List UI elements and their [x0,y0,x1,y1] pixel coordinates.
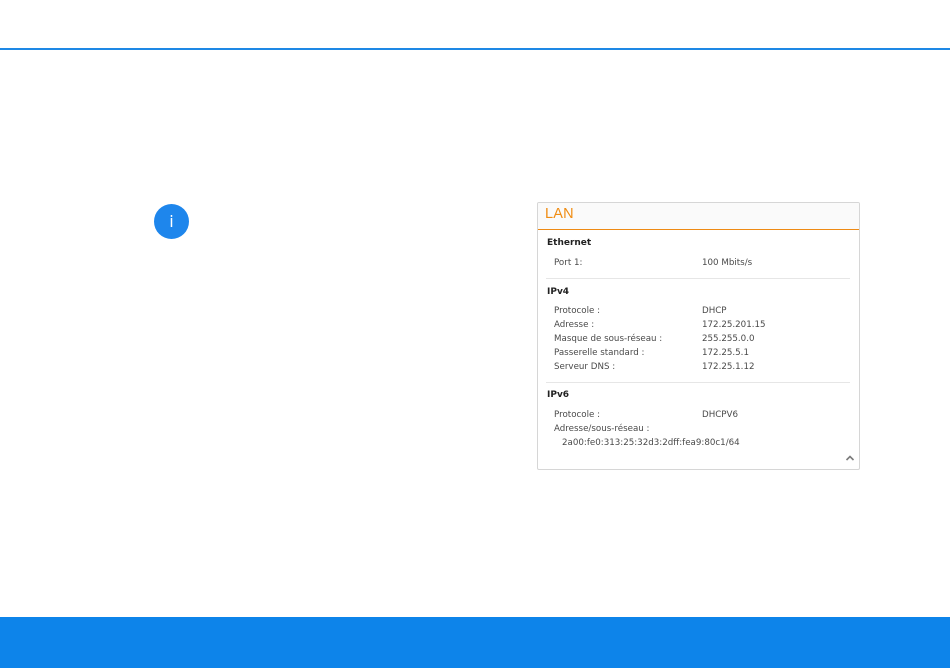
row-label-subnet-mask: Masque de sous-réseau : [554,334,663,344]
row-value-ipv6-protocol: DHCPV6 [702,410,738,420]
row-label-ipv4-address: Adresse : [554,320,595,330]
chevron-up-icon[interactable] [844,453,856,465]
section-title-ipv6: IPv6 [547,390,570,400]
row-label-port1: Port 1: [554,258,583,268]
chevron-up-icon-svg [845,455,855,461]
panel-header: LAN [538,203,859,230]
top-rule [0,48,950,50]
info-icon: i [154,204,189,239]
section-divider [546,278,850,279]
row-value-ipv4-protocol: DHCP [702,306,727,316]
row-value-port1: 100 Mbits/s [702,258,753,268]
row-label-gateway: Passerelle standard : [554,348,645,358]
panel-title: LAN [545,206,574,222]
row-label-ipv4-protocol: Protocole : [554,306,601,316]
row-label-ipv6-address: Adresse/sous-réseau : [554,424,650,434]
section-title-ethernet: Ethernet [547,238,592,248]
row-value-subnet-mask: 255.255.0.0 [702,334,755,344]
row-value-ipv4-address: 172.25.201.15 [702,320,766,330]
row-value-dns: 172.25.1.12 [702,362,755,372]
row-value-ipv6-address: 2a00:fe0:313:25:32d3:2dff:fea9:80c1/64 [562,438,740,448]
section-divider [546,382,850,383]
section-title-ipv4: IPv4 [547,287,570,297]
bottom-band [0,617,950,668]
row-label-dns: Serveur DNS : [554,362,616,372]
lan-panel: LAN Ethernet Port 1: 100 Mbits/s IPv4 Pr… [537,202,860,470]
row-label-ipv6-protocol: Protocole : [554,410,601,420]
row-value-gateway: 172.25.5.1 [702,348,749,358]
